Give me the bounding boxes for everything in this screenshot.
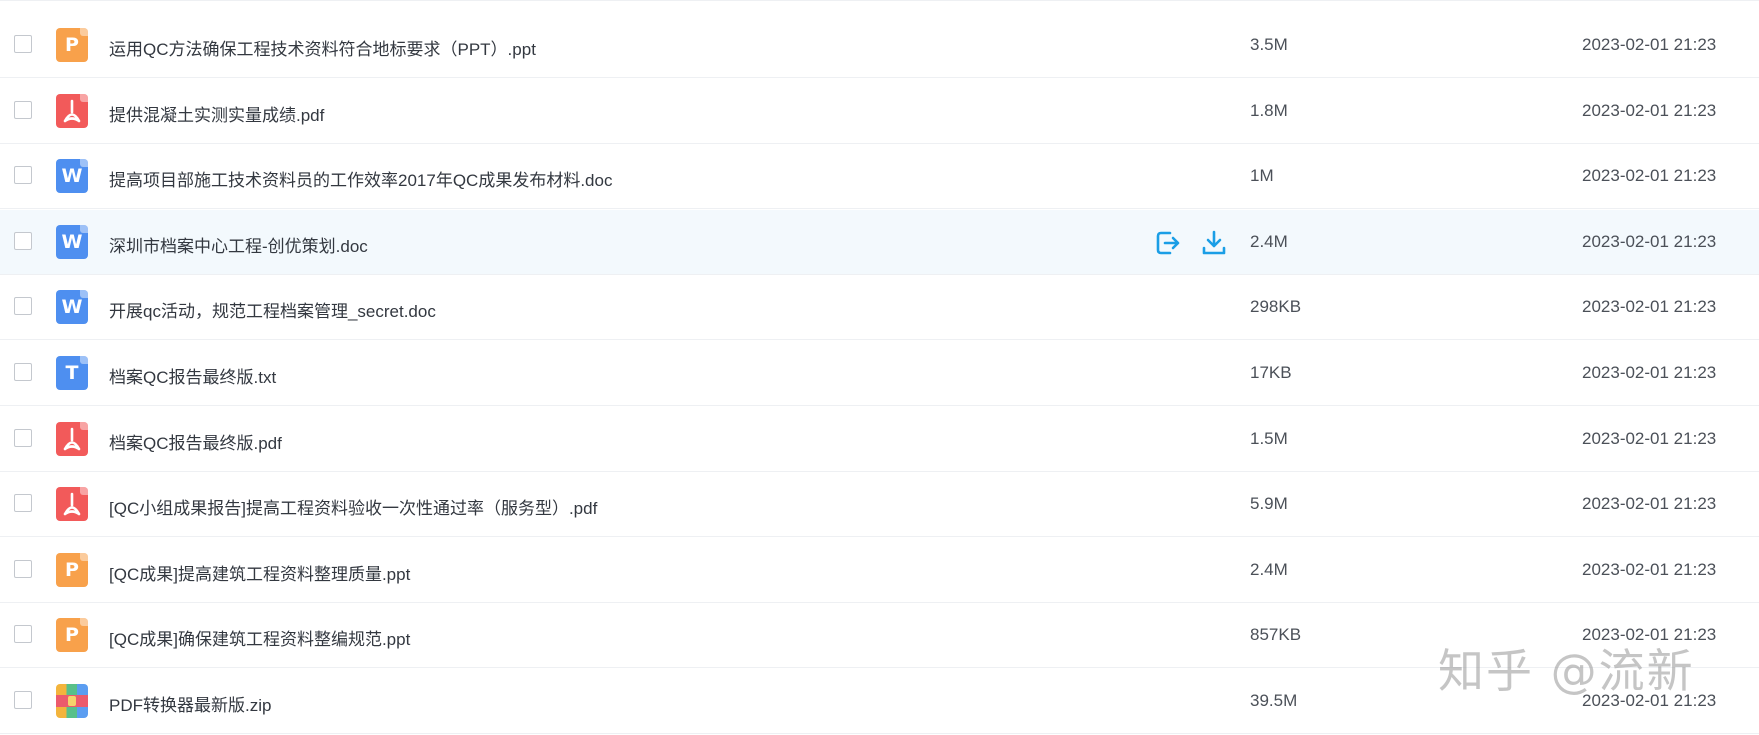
row-checkbox[interactable] (14, 166, 32, 185)
doc-file-icon: W (56, 290, 88, 325)
file-date: 2023-02-01 21:23 (1582, 559, 1717, 579)
file-name[interactable]: 运用QC方法确保工程技术资料符合地标要求（PPT）.ppt (109, 35, 536, 60)
file-row[interactable]: P [QC成果]提高建筑工程资料整理质量.ppt 2.4M 2023-02-01… (0, 537, 1759, 603)
file-date: 2023-02-01 21:23 (1582, 494, 1717, 514)
zip-file-icon (56, 684, 88, 718)
txt-file-icon: T (56, 356, 88, 390)
ppt-file-icon: P (56, 28, 88, 62)
file-name[interactable]: 提供混凝土实测实量成绩.pdf (109, 101, 324, 126)
doc-file-icon: W (56, 159, 88, 194)
file-row[interactable]: 提供混凝土实测实量成绩.pdf 1.8M 2023-02-01 21:23 (0, 78, 1759, 144)
file-date: 2023-02-01 21:23 (1582, 297, 1717, 317)
row-checkbox[interactable] (14, 297, 32, 316)
file-date: 2023-02-01 21:23 (1582, 363, 1717, 382)
file-size: 5.9M (1250, 494, 1288, 514)
file-name[interactable]: [QC成果]确保建筑工程资料整编规范.ppt (109, 625, 410, 650)
zip-tag (68, 696, 76, 706)
row-checkbox[interactable] (14, 691, 32, 709)
file-name[interactable]: 档案QC报告最终版.pdf (109, 429, 282, 454)
file-size: 1.8M (1250, 100, 1288, 120)
row-checkbox[interactable] (14, 428, 32, 447)
file-row[interactable]: W 开展qc活动，规范工程档案管理_secret.doc 298KB 2023-… (0, 275, 1759, 341)
row-checkbox[interactable] (14, 494, 32, 513)
file-name[interactable]: [QC小组成果报告]提高工程资料验收一次性通过率（服务型）.pdf (109, 494, 597, 519)
row-checkbox[interactable] (14, 559, 32, 578)
file-size: 17KB (1250, 363, 1292, 382)
file-date: 2023-02-01 21:23 (1582, 231, 1717, 251)
file-name[interactable]: [QC成果]提高建筑工程资料整理质量.ppt (109, 560, 410, 585)
row-checkbox[interactable] (14, 363, 32, 381)
file-size: 298KB (1250, 297, 1302, 317)
zhihu-watermark: 知乎 @流新 (1438, 644, 1695, 698)
row-checkbox[interactable] (14, 35, 32, 53)
file-size: 2.4M (1250, 559, 1288, 579)
file-list: P 运用QC方法确保工程技术资料符合地标要求（PPT）.ppt 3.5M 202… (0, 0, 1759, 735)
ppt-file-icon: P (56, 552, 88, 587)
file-name[interactable]: 档案QC报告最终版.txt (109, 363, 276, 388)
file-size: 39.5M (1250, 691, 1298, 710)
file-date: 2023-02-01 21:23 (1582, 166, 1717, 186)
download-icon[interactable] (1200, 229, 1228, 257)
file-row[interactable]: W 深圳市档案中心工程-创优策划.doc 2.4M 2023-02-01 21:… (0, 209, 1759, 275)
file-row[interactable]: T 档案QC报告最终版.txt 17KB 2023-02-01 21:23 (0, 341, 1759, 406)
file-size: 1.5M (1250, 428, 1288, 448)
doc-file-icon: W (56, 224, 88, 259)
pdf-file-icon (56, 93, 88, 128)
pdf-file-icon (56, 421, 88, 456)
row-checkbox[interactable] (14, 231, 32, 250)
share-export-icon[interactable] (1154, 229, 1182, 257)
file-size: 857KB (1250, 625, 1302, 645)
file-row[interactable]: 档案QC报告最终版.pdf 1.5M 2023-02-01 21:23 (0, 406, 1759, 472)
file-name[interactable]: 深圳市档案中心工程-创优策划.doc (109, 232, 368, 257)
file-row[interactable]: W 提高项目部施工技术资料员的工作效率2017年QC成果发布材料.doc 1M … (0, 144, 1759, 210)
file-date: 2023-02-01 21:23 (1582, 100, 1717, 120)
file-name[interactable]: 开展qc活动，规范工程档案管理_secret.doc (109, 297, 436, 322)
file-name[interactable]: PDF转换器最新版.zip (109, 691, 271, 716)
row-checkbox[interactable] (14, 625, 32, 644)
row-checkbox[interactable] (14, 100, 32, 119)
file-size: 1M (1250, 166, 1274, 186)
file-row[interactable]: P 运用QC方法确保工程技术资料符合地标要求（PPT）.ppt 3.5M 202… (0, 13, 1759, 78)
ppt-file-icon: P (56, 618, 88, 653)
file-date: 2023-02-01 21:23 (1582, 428, 1717, 448)
file-date: 2023-02-01 21:23 (1582, 35, 1717, 54)
pdf-file-icon (56, 487, 88, 522)
file-size: 2.4M (1250, 231, 1288, 251)
file-name[interactable]: 提高项目部施工技术资料员的工作效率2017年QC成果发布材料.doc (109, 166, 612, 191)
file-row[interactable]: [QC小组成果报告]提高工程资料验收一次性通过率（服务型）.pdf 5.9M 2… (0, 472, 1759, 538)
file-size: 3.5M (1250, 35, 1288, 54)
